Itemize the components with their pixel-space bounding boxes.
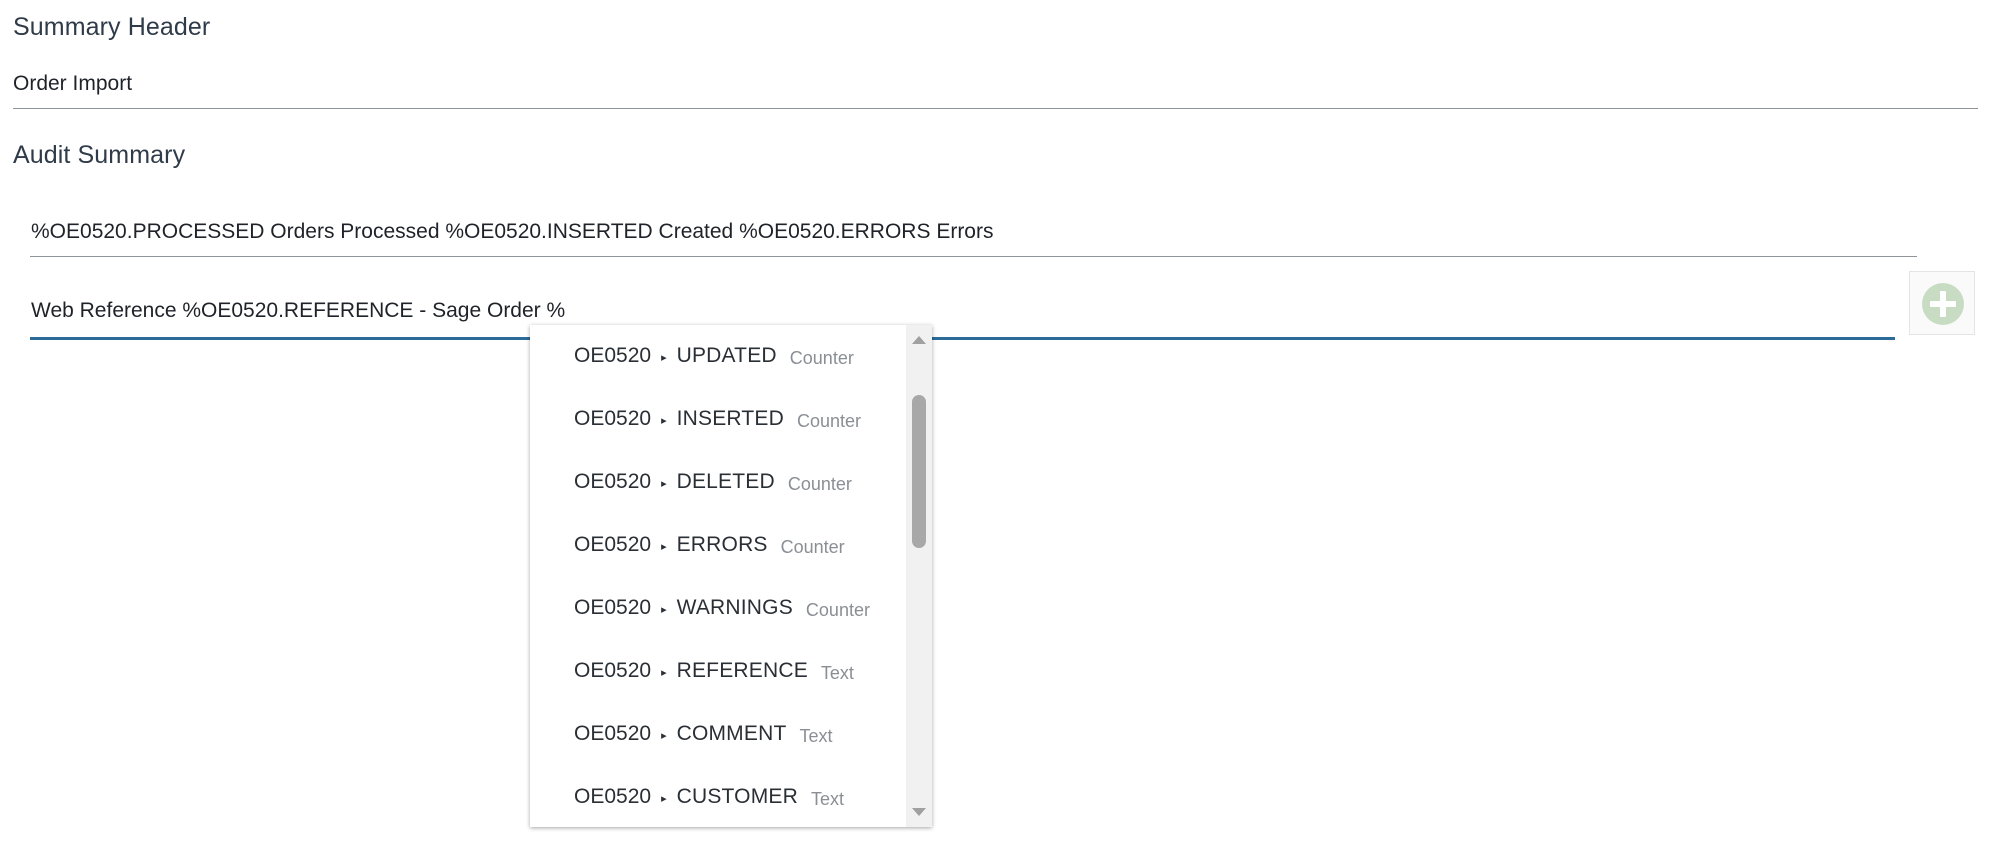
option-name: INSERTED — [676, 407, 784, 430]
autocomplete-option-comment[interactable]: OE0520 ▸ COMMENT Text — [574, 714, 833, 754]
dropdown-scrollbar[interactable] — [906, 325, 932, 827]
add-line-button[interactable] — [1909, 271, 1975, 335]
option-namespace: OE0520 — [574, 533, 652, 556]
autocomplete-option-updated[interactable]: OE0520 ▸ UPDATED Counter — [574, 336, 854, 376]
option-namespace: OE0520 — [574, 596, 652, 619]
scrollbar-thumb[interactable] — [912, 395, 926, 548]
audit-summary-title: Audit Summary — [13, 141, 186, 169]
caret-right-icon: ▸ — [661, 666, 667, 679]
caret-right-icon: ▸ — [661, 477, 667, 490]
option-name: DELETED — [676, 470, 775, 493]
autocomplete-option-inserted[interactable]: OE0520 ▸ INSERTED Counter — [574, 399, 861, 439]
audit-summary-line-1-value: %OE0520.PROCESSED Orders Processed %OE05… — [31, 220, 994, 243]
caret-right-icon: ▸ — [661, 414, 667, 427]
summary-header-input[interactable]: Order Import — [13, 70, 1978, 109]
caret-right-icon: ▸ — [661, 351, 667, 364]
option-name: UPDATED — [676, 344, 777, 367]
caret-right-icon: ▸ — [661, 792, 667, 805]
caret-right-icon: ▸ — [661, 729, 667, 742]
option-type: Text — [799, 725, 833, 746]
audit-summary-line-2-input[interactable]: Web Reference %OE0520.REFERENCE - Sage O… — [30, 297, 1895, 340]
option-namespace: OE0520 — [574, 407, 652, 430]
option-type: Counter — [797, 410, 862, 431]
autocomplete-option-warnings[interactable]: OE0520 ▸ WARNINGS Counter — [574, 588, 870, 628]
option-type: Text — [820, 662, 854, 683]
option-namespace: OE0520 — [574, 722, 652, 745]
summary-header-value: Order Import — [13, 72, 133, 95]
option-namespace: OE0520 — [574, 785, 652, 808]
autocomplete-option-customer[interactable]: OE0520 ▸ CUSTOMER Text — [574, 777, 844, 817]
autocomplete-option-deleted[interactable]: OE0520 ▸ DELETED Counter — [574, 462, 852, 502]
scroll-up-arrow-icon[interactable] — [906, 329, 932, 351]
option-namespace: OE0520 — [574, 344, 652, 367]
option-type: Counter — [787, 473, 852, 494]
option-namespace: OE0520 — [574, 470, 652, 493]
option-type: Counter — [805, 599, 870, 620]
option-namespace: OE0520 — [574, 659, 652, 682]
plus-circle-icon — [1922, 283, 1964, 325]
caret-right-icon: ▸ — [661, 540, 667, 553]
option-type: Counter — [780, 536, 845, 557]
option-name: CUSTOMER — [676, 785, 798, 808]
option-name: WARNINGS — [676, 596, 793, 619]
summary-header-title: Summary Header — [13, 13, 211, 41]
option-type: Text — [810, 788, 844, 809]
option-name: COMMENT — [676, 722, 787, 745]
audit-summary-line-2-value: Web Reference %OE0520.REFERENCE - Sage O… — [31, 299, 566, 322]
audit-summary-line-1-input[interactable]: %OE0520.PROCESSED Orders Processed %OE05… — [30, 218, 1917, 257]
scroll-down-arrow-icon[interactable] — [906, 801, 932, 823]
option-type: Counter — [789, 347, 854, 368]
option-name: ERRORS — [676, 533, 768, 556]
caret-right-icon: ▸ — [661, 603, 667, 616]
autocomplete-option-reference[interactable]: OE0520 ▸ REFERENCE Text — [574, 651, 854, 691]
variable-autocomplete-dropdown[interactable]: OE0520 ▸ UPDATED Counter OE0520 ▸ INSERT… — [530, 325, 932, 827]
option-name: REFERENCE — [676, 659, 808, 682]
page: Summary Header Order Import Audit Summar… — [0, 0, 1989, 847]
autocomplete-option-errors[interactable]: OE0520 ▸ ERRORS Counter — [574, 525, 845, 565]
